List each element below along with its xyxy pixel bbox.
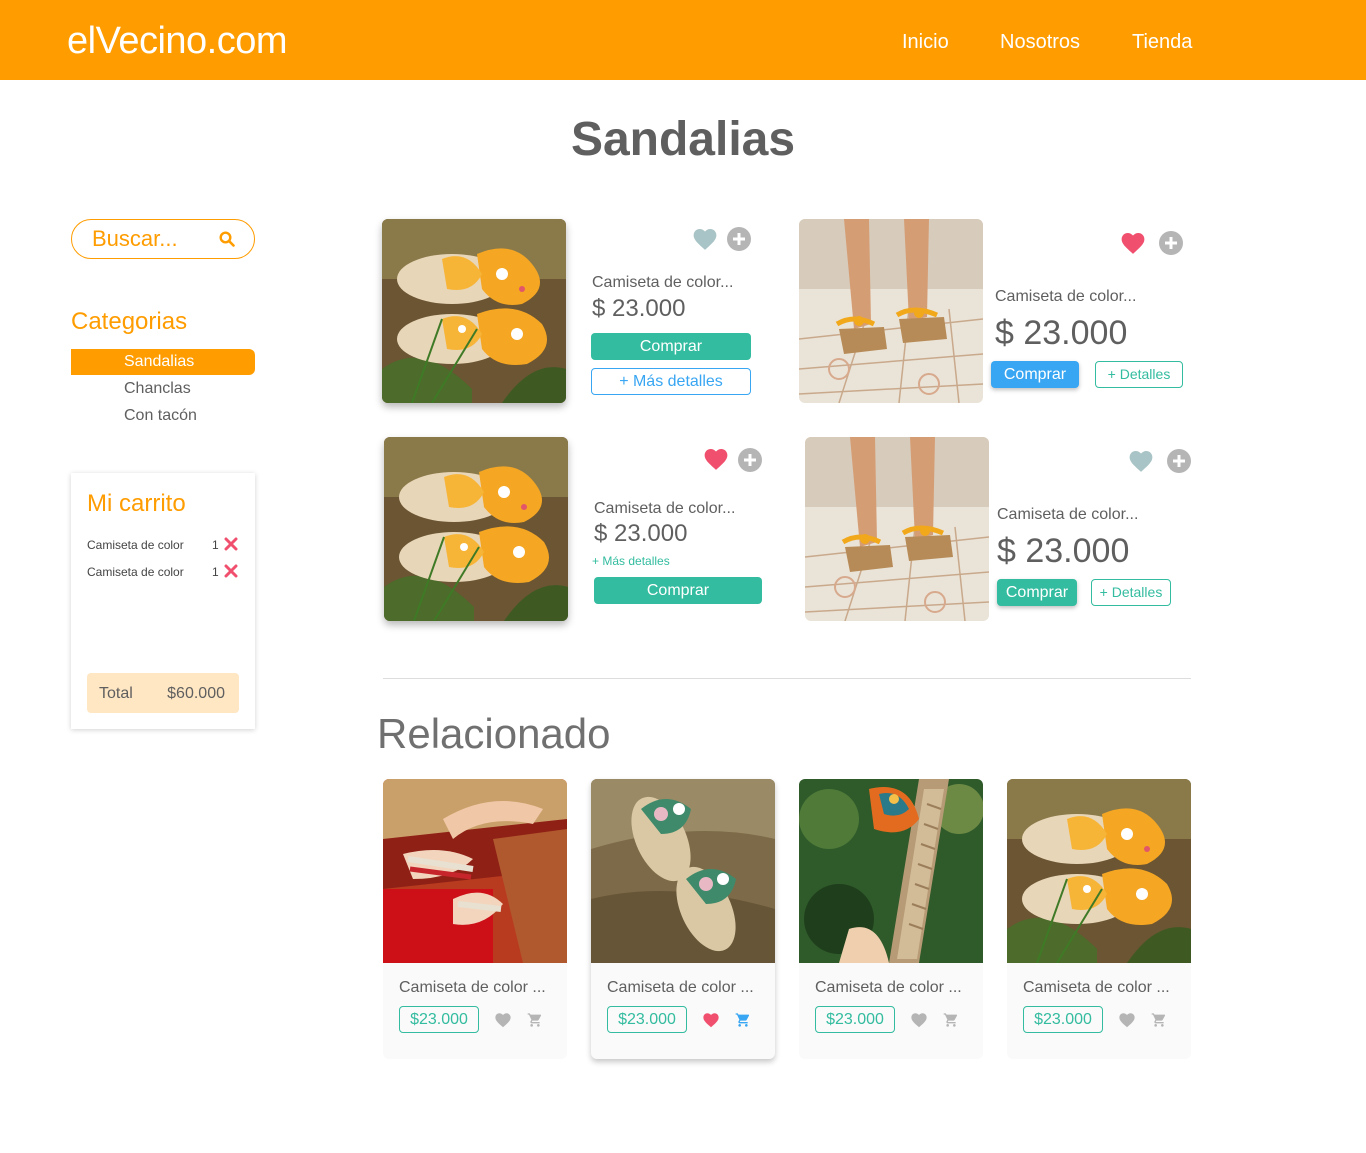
search-icon[interactable] [219, 231, 235, 247]
wedge-sandals-image [805, 437, 989, 621]
cart-total-label: Total [99, 685, 133, 702]
heart-icon[interactable] [1118, 1012, 1136, 1028]
details-button[interactable]: + Detalles [1095, 361, 1183, 388]
product-name: Camiseta de color... [594, 500, 736, 517]
related-name: Camiseta de color ... [399, 979, 546, 996]
add-icon[interactable] [726, 226, 752, 252]
heart-icon[interactable] [702, 1012, 720, 1028]
section-divider [383, 678, 1191, 679]
orange-bow-sandals-image [382, 219, 566, 403]
related-name: Camiseta de color ... [1023, 979, 1170, 996]
nav-nosotros[interactable]: Nosotros [1000, 31, 1080, 54]
page-title: Sandalias [570, 113, 796, 166]
buy-button[interactable]: Comprar [991, 361, 1079, 388]
product-image[interactable] [384, 437, 568, 621]
add-icon[interactable] [1158, 230, 1184, 256]
nav-inicio[interactable]: Inicio [902, 31, 949, 54]
remove-icon[interactable] [224, 537, 238, 551]
product-image[interactable] [382, 219, 566, 403]
add-icon[interactable] [1166, 448, 1192, 474]
search-input[interactable] [92, 226, 217, 252]
related-card[interactable]: Camiseta de color ... $23.000 [799, 779, 983, 1059]
related-name: Camiseta de color ... [815, 979, 962, 996]
more-details-link[interactable]: + Más detalles [592, 554, 670, 568]
product-name: Camiseta de color... [592, 274, 734, 291]
more-details-button[interactable]: + Más detalles [591, 368, 751, 395]
related-card[interactable]: Camiseta de color ... $23.000 [1007, 779, 1191, 1059]
orange-bow-sandals-image [1007, 779, 1191, 963]
cart-item: Camiseta de color 1 [87, 536, 239, 554]
cart-item-name: Camiseta de color [87, 538, 184, 552]
cart-item: Camiseta de color 1 [87, 563, 239, 581]
product-name: Camiseta de color... [995, 288, 1137, 305]
cart-total: Total $60.000 [87, 673, 239, 713]
cart-item-qty: 1 [212, 565, 219, 579]
cart-icon[interactable] [943, 1012, 959, 1028]
categories-title: Categorias [71, 308, 188, 335]
buy-button[interactable]: Comprar [594, 577, 762, 604]
cart-item-qty: 1 [212, 538, 219, 552]
nav-tienda[interactable]: Tienda [1132, 31, 1192, 54]
heart-icon[interactable] [910, 1012, 928, 1028]
remove-icon[interactable] [224, 564, 238, 578]
category-con-tacon[interactable]: Con tacón [71, 403, 255, 429]
floral-bow-slides-image [591, 779, 775, 963]
heart-icon[interactable] [1128, 449, 1154, 473]
heart-icon[interactable] [1120, 231, 1146, 255]
related-price: $23.000 [1023, 1006, 1103, 1033]
product-price: $ 23.000 [997, 532, 1130, 570]
related-card[interactable]: Camiseta de color ... $23.000 [383, 779, 567, 1059]
add-icon[interactable] [737, 447, 763, 473]
cart-total-value: $60.000 [167, 685, 225, 702]
wedge-sandals-image [799, 219, 983, 403]
details-button[interactable]: + Detalles [1091, 579, 1171, 606]
product-image[interactable] [799, 219, 983, 403]
cart-panel: Mi carrito Camiseta de color 1 Camiseta … [71, 473, 255, 729]
related-price: $23.000 [815, 1006, 895, 1033]
related-price: $23.000 [607, 1006, 687, 1033]
product-image[interactable] [805, 437, 989, 621]
buy-button[interactable]: Comprar [591, 333, 751, 360]
heart-icon[interactable] [494, 1012, 512, 1028]
cart-title: Mi carrito [87, 490, 186, 517]
category-chanclas[interactable]: Chanclas [71, 376, 255, 402]
cart-icon[interactable] [735, 1012, 751, 1028]
espadrille-wedge-image [799, 779, 983, 963]
category-sandalias[interactable]: Sandalias [71, 349, 255, 375]
product-price: $ 23.000 [995, 314, 1128, 352]
related-price: $23.000 [399, 1006, 479, 1033]
buy-button[interactable]: Comprar [997, 579, 1077, 606]
cart-icon[interactable] [1151, 1012, 1167, 1028]
orange-bow-sandals-image [384, 437, 568, 621]
related-name: Camiseta de color ... [607, 979, 754, 996]
cart-item-name: Camiseta de color [87, 565, 184, 579]
heart-icon[interactable] [703, 447, 729, 471]
cart-icon[interactable] [527, 1012, 543, 1028]
product-price: $ 23.000 [594, 520, 688, 547]
heart-icon[interactable] [692, 227, 718, 251]
related-card[interactable]: Camiseta de color ... $23.000 [591, 779, 775, 1059]
related-title: Relacionado [377, 710, 611, 757]
product-name: Camiseta de color... [997, 506, 1139, 523]
site-logo[interactable]: elVecino.com [67, 20, 288, 63]
search-box [71, 219, 255, 259]
top-navbar: elVecino.com Inicio Nosotros Tienda [0, 0, 1366, 80]
product-price: $ 23.000 [592, 295, 686, 322]
red-sandals-image [383, 779, 567, 963]
